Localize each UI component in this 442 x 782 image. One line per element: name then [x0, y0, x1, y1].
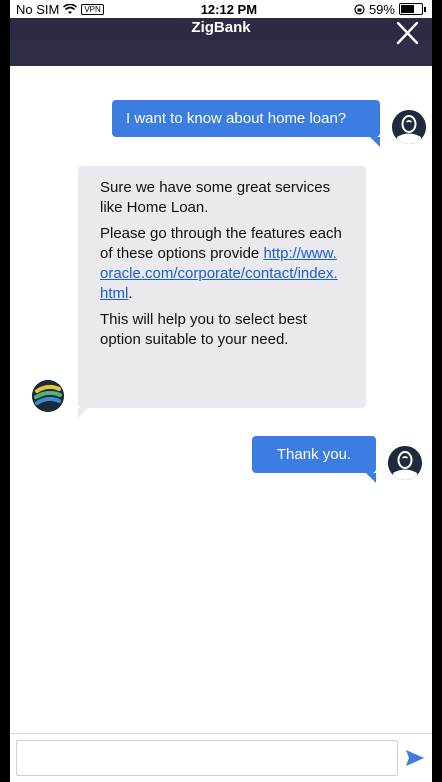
bot-avatar-icon — [32, 380, 64, 412]
bubble-tail — [370, 137, 380, 147]
send-icon — [406, 750, 424, 766]
status-left: No SIM VPN — [16, 2, 104, 17]
vpn-badge: VPN — [81, 3, 104, 15]
wifi-icon — [63, 3, 78, 14]
send-button[interactable] — [398, 740, 432, 776]
bot-message-bubble: Sure we have some great services like Ho… — [78, 166, 366, 418]
bot-message-text: This will help you to select best option… — [100, 311, 307, 348]
app-header: ZigBank — [10, 18, 432, 66]
battery-fill — [400, 5, 414, 13]
close-button[interactable] — [392, 18, 422, 48]
message-composer — [10, 733, 432, 782]
bot-message-text: Please go through the features each of t… — [100, 224, 344, 304]
user-message-bubble: I want to know about home loan? — [112, 100, 380, 137]
carrier-label: No SIM — [16, 1, 60, 17]
chat-transcript[interactable]: I want to know about home loan? Sure we … — [10, 66, 432, 734]
message-input[interactable] — [16, 740, 398, 776]
orientation-lock-icon — [354, 3, 365, 15]
user-avatar — [388, 446, 422, 480]
user-avatar-icon — [388, 446, 422, 480]
status-right: 59% — [354, 2, 426, 17]
user-message-bubble: Thank you. — [252, 436, 376, 473]
user-message: I want to know about home loan? — [112, 100, 380, 147]
header-band — [10, 40, 432, 66]
bubble-tail — [78, 408, 88, 418]
close-icon — [396, 21, 419, 45]
link-period: . — [128, 285, 133, 302]
page-title: ZigBank — [191, 19, 251, 36]
user-avatar-icon — [392, 110, 426, 144]
status-bar: No SIM VPN 12:12 PM 59% — [10, 0, 432, 18]
user-avatar — [392, 110, 426, 144]
bubble-tail — [366, 473, 376, 483]
bot-avatar — [32, 380, 64, 412]
clock: 12:12 PM — [200, 1, 258, 17]
bot-message-text: Sure we have some great services like Ho… — [100, 179, 331, 216]
user-message: Thank you. — [252, 436, 376, 483]
battery-icon — [398, 3, 426, 15]
battery-percent: 59% — [368, 1, 395, 17]
